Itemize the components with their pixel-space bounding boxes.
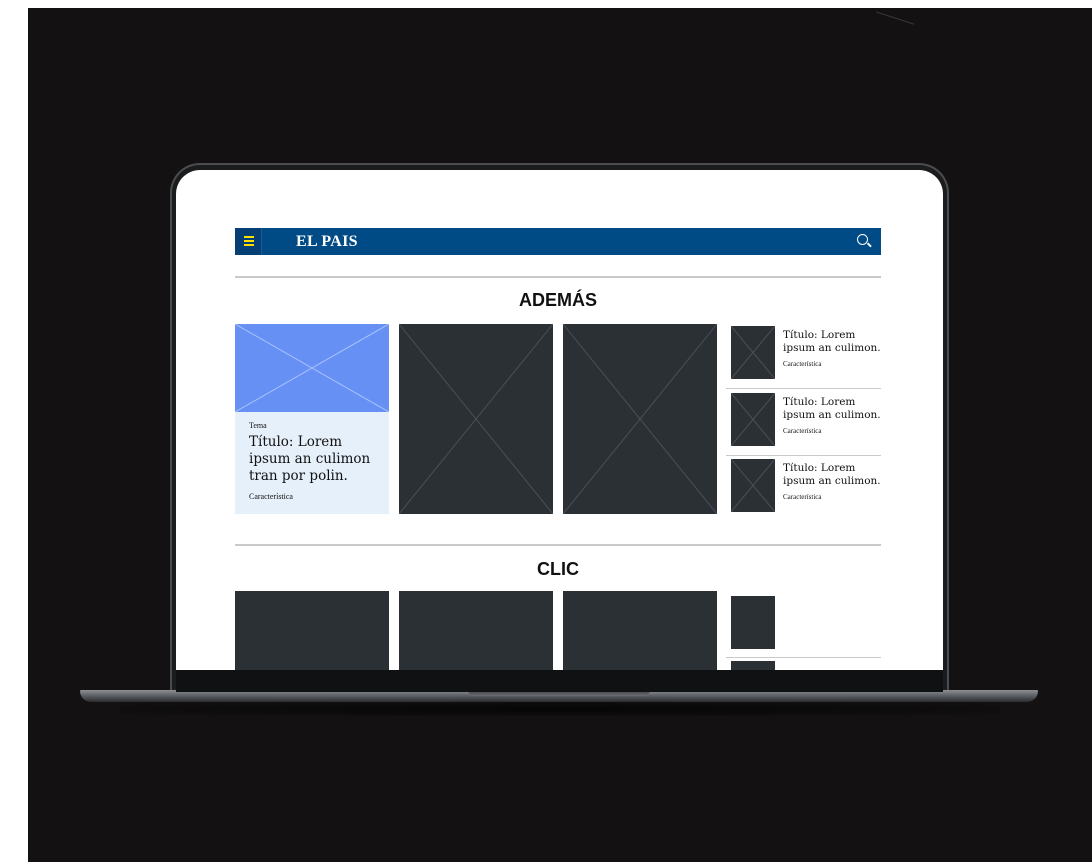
- image-placeholder-icon: [235, 324, 389, 412]
- section-divider: [235, 276, 881, 278]
- screen-bezel-bottom: [176, 670, 943, 692]
- side-article-thumbnail: [731, 596, 775, 649]
- side-article-thumbnail: [731, 661, 775, 670]
- side-article-title[interactable]: Título: Lorem ipsum an culimon.: [783, 462, 883, 488]
- search-button[interactable]: [845, 228, 881, 255]
- side-article-thumbnail: [731, 393, 775, 446]
- side-article-title[interactable]: Título: Lorem ipsum an culimon.: [783, 329, 883, 355]
- image-placeholder-icon: [563, 324, 717, 514]
- image-placeholder-icon: [731, 459, 775, 512]
- image-tile[interactable]: [399, 324, 553, 514]
- image-tile[interactable]: [563, 324, 717, 514]
- image-tile[interactable]: [563, 591, 717, 670]
- side-article[interactable]: [726, 658, 881, 670]
- side-article[interactable]: Título: Lorem ipsum an culimon. Caracter…: [726, 455, 881, 521]
- side-article[interactable]: Título: Lorem ipsum an culimon. Caracter…: [726, 322, 881, 389]
- menu-button[interactable]: [235, 228, 262, 255]
- article-meta: Característica: [249, 492, 293, 501]
- side-article-thumbnail: [731, 326, 775, 379]
- laptop-screen: EL PAIS ADEMÁS Tema Título: Lorem ipsum …: [176, 170, 943, 670]
- image-tile[interactable]: [399, 591, 553, 670]
- side-article-meta: Característica: [783, 493, 822, 501]
- featured-article-card[interactable]: Tema Título: Lorem ipsum an culimon tran…: [235, 324, 389, 514]
- site-header: EL PAIS: [235, 228, 881, 255]
- site-logo[interactable]: EL PAIS: [296, 233, 358, 251]
- section-title-ademas: ADEMÁS: [518, 290, 597, 310]
- article-tag: Tema: [249, 421, 267, 430]
- image-tile[interactable]: [235, 591, 389, 670]
- side-article[interactable]: [726, 591, 881, 658]
- laptop-shadow: [120, 702, 1000, 716]
- section-divider: [235, 544, 881, 546]
- side-article-meta: Característica: [783, 360, 822, 368]
- side-article-title[interactable]: Título: Lorem ipsum an culimon.: [783, 396, 883, 422]
- article-title[interactable]: Título: Lorem ipsum an culimon tran por …: [249, 434, 381, 485]
- image-placeholder-icon: [731, 326, 775, 379]
- side-article[interactable]: Título: Lorem ipsum an culimon. Caracter…: [726, 389, 881, 456]
- image-placeholder-icon: [399, 324, 553, 514]
- side-article-meta: Característica: [783, 427, 822, 435]
- featured-image: [235, 324, 389, 412]
- image-placeholder-icon: [731, 393, 775, 446]
- side-article-thumbnail: [731, 459, 775, 512]
- section-title-clic: CLIC: [537, 559, 579, 579]
